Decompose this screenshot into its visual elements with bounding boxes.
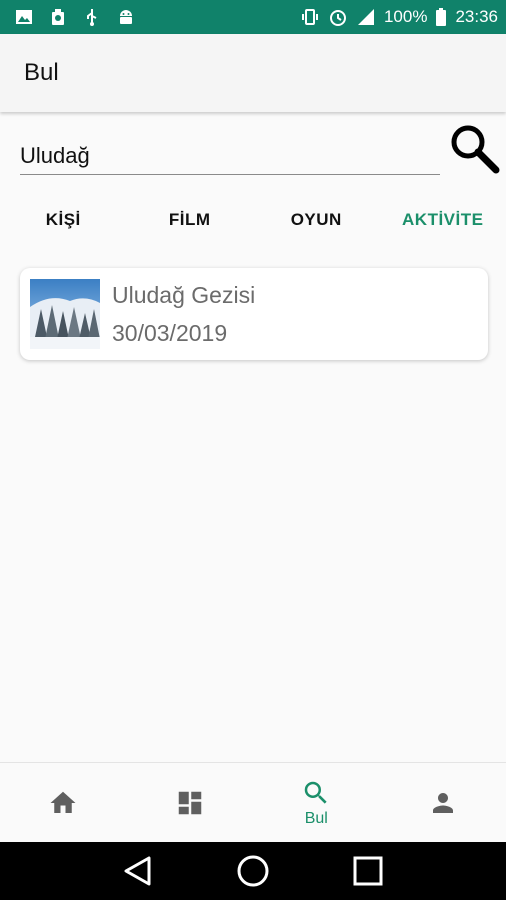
nav-bul[interactable]: Bul xyxy=(253,763,380,843)
tab-kisi[interactable]: KİŞİ xyxy=(0,200,127,240)
clean-icon xyxy=(52,9,64,25)
clock: 23:36 xyxy=(455,7,498,26)
search-button[interactable] xyxy=(448,122,502,176)
tab-film[interactable]: FİLM xyxy=(127,200,254,240)
nav-bul-label: Bul xyxy=(304,810,328,827)
nav-profile[interactable] xyxy=(380,763,506,843)
search-input[interactable] xyxy=(20,138,440,175)
nav-dashboard[interactable] xyxy=(127,763,254,843)
tab-aktivite[interactable]: AKTİVİTE xyxy=(380,200,506,240)
search-icon xyxy=(451,125,500,174)
recents-icon[interactable] xyxy=(351,854,385,888)
dashboard-icon xyxy=(178,791,201,815)
category-tabs: KİŞİ FİLM OYUN AKTİVİTE xyxy=(0,200,506,240)
result-card[interactable]: Uludağ Gezisi 30/03/2019 xyxy=(20,268,488,360)
android-icon xyxy=(120,10,132,24)
system-status: 100% 23:36 xyxy=(300,7,498,27)
vibrate-icon xyxy=(301,9,318,25)
home-icon xyxy=(50,791,76,813)
battery-icon xyxy=(436,8,447,26)
activity-date: 30/03/2019 xyxy=(112,320,228,346)
signal-icon xyxy=(357,9,374,25)
usb-icon xyxy=(87,9,97,26)
bottom-nav: Bul xyxy=(0,762,506,843)
page-title: Bul xyxy=(24,59,59,86)
snowy-forest-image xyxy=(30,279,100,349)
person-icon xyxy=(432,793,453,813)
activity-title: Uludağ Gezisi xyxy=(112,282,256,308)
image-icon xyxy=(16,10,32,24)
nav-home[interactable] xyxy=(0,763,127,843)
battery-percent: 100% xyxy=(383,7,428,26)
system-navigation-bar xyxy=(0,842,506,900)
tab-oyun[interactable]: OYUN xyxy=(253,200,380,240)
status-bar: 100% 23:36 xyxy=(0,0,506,34)
home-circle-icon[interactable] xyxy=(236,854,270,888)
alarm-icon xyxy=(329,10,346,26)
notification-icons xyxy=(14,7,136,27)
search-icon xyxy=(305,781,327,804)
app-bar: Bul xyxy=(0,34,506,112)
back-icon[interactable] xyxy=(121,854,155,888)
activity-thumbnail xyxy=(30,279,100,349)
